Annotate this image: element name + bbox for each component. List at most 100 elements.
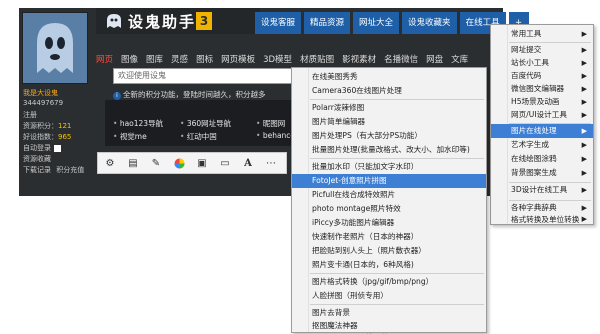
submenu-item[interactable]: 快速制作老照片（日本的神器） bbox=[292, 230, 486, 244]
submenu-arrow-icon: ▶ bbox=[581, 127, 587, 135]
text-icon[interactable]: A bbox=[239, 154, 257, 172]
auto-login-checkbox[interactable]: 自动登录 bbox=[23, 143, 61, 153]
menu-item-online-drawing[interactable]: 在线绘图涂鸦 ▶ bbox=[491, 152, 593, 166]
submenu-item[interactable]: 批量加水印（只能加文字水印） bbox=[292, 160, 486, 174]
menu-item-dictionaries[interactable]: 各种字典辞典 ▶ bbox=[491, 201, 593, 215]
nav-url-directory[interactable]: 网址大全 bbox=[353, 12, 400, 34]
menu-item-ui-design-tools[interactable]: 网页/UI设计工具 ▶ bbox=[491, 108, 593, 122]
menu-item-common-tools[interactable]: 常用工具 ▶ bbox=[491, 27, 593, 41]
menu-item-webmaster-tools[interactable]: 站长小工具 ▶ bbox=[491, 56, 593, 70]
submenu-arrow-icon: ▶ bbox=[581, 169, 587, 177]
notice: i 全新的积分功能，登陆时间越久，积分越多 bbox=[113, 89, 266, 100]
menu-separator bbox=[310, 158, 484, 159]
points-recharge-link[interactable]: 积分充值 bbox=[56, 166, 84, 174]
submenu-item[interactable]: 照片变卡通(日本的，6种风格) bbox=[292, 258, 486, 272]
submenu-arrow-icon: ▶ bbox=[581, 30, 587, 38]
menu-item-pattern-gen[interactable]: 背景图案生成 ▶ bbox=[491, 166, 593, 180]
link-nipic[interactable]: 昵图网 bbox=[256, 118, 286, 129]
submenu-item[interactable]: 图片处理PS（有大部分PS功能） bbox=[292, 129, 486, 143]
category-web[interactable]: 网页 bbox=[96, 53, 113, 65]
menu-item-3d-tools[interactable]: 3D设计在线工具 ▶ bbox=[491, 183, 593, 197]
color-wheel-icon[interactable] bbox=[170, 154, 188, 172]
submenu-arrow-icon: ▶ bbox=[581, 215, 587, 223]
category-gallery[interactable]: 图库 bbox=[146, 53, 163, 65]
avatar[interactable] bbox=[22, 12, 88, 84]
profile-name[interactable]: 我是大设鬼 bbox=[23, 88, 58, 98]
register-link[interactable]: 注册 bbox=[23, 110, 37, 120]
search-input[interactable]: 欢迎使用设鬼 bbox=[113, 68, 313, 84]
category-inspiration[interactable]: 灵感 bbox=[171, 53, 188, 65]
menu-item-baidu-code[interactable]: 百度代码 ▶ bbox=[491, 69, 593, 83]
submenu-item[interactable]: 在线美图秀秀 bbox=[292, 70, 486, 84]
menu-item-art-text[interactable]: 艺术字生成 ▶ bbox=[491, 138, 593, 152]
settings-icon[interactable]: ⚙ bbox=[101, 154, 119, 172]
notice-text: 全新的积分功能，登陆时间越久，积分越多 bbox=[123, 90, 266, 99]
menu-label: 3D设计在线工具 bbox=[511, 185, 568, 194]
image-icon[interactable]: ▣ bbox=[193, 154, 211, 172]
link-behance[interactable]: behance bbox=[256, 131, 295, 140]
nav-customer-service[interactable]: 设鬼客服 bbox=[255, 12, 302, 34]
submenu-item[interactable]: 图片简单编辑器 bbox=[292, 115, 486, 129]
submenu-item-selected[interactable]: FotoJet-创意照片拼图 bbox=[292, 174, 486, 188]
menu-label: 站长小工具 bbox=[511, 58, 549, 67]
submenu-item[interactable]: 把脸贴到别人头上（照片敷衣器） bbox=[292, 244, 486, 258]
category-image[interactable]: 图像 bbox=[121, 53, 138, 65]
menu-label: 网址提交 bbox=[511, 45, 542, 54]
submenu-item[interactable]: Camera360在线图片处理 bbox=[292, 84, 486, 98]
nav-favorites[interactable]: 设鬼收藏夹 bbox=[402, 12, 457, 34]
download-record-link[interactable]: 下载记录 bbox=[23, 166, 51, 174]
screen-icon[interactable]: ▭ bbox=[216, 154, 234, 172]
submenu-item[interactable]: 图片去背景 bbox=[292, 306, 486, 320]
submenu-item[interactable]: 批量图片处理(批量改格式、改大小、加水印等) bbox=[292, 143, 486, 157]
logo-version: 3 bbox=[196, 12, 212, 30]
category-video[interactable]: 影视素材 bbox=[342, 53, 376, 65]
link-360[interactable]: 360网址导航 bbox=[180, 118, 231, 129]
menu-item-format-convert[interactable]: 格式转换及单位转换 ▶ bbox=[491, 214, 593, 225]
rating-value: 965 bbox=[58, 133, 72, 141]
resource-collect-link[interactable]: 资源收藏 bbox=[23, 154, 51, 164]
category-netdisk[interactable]: 网盘 bbox=[426, 53, 443, 65]
menu-item-h5-animation[interactable]: H5场景及动画 ▶ bbox=[491, 95, 593, 109]
submenu-arrow-icon: ▶ bbox=[581, 59, 587, 67]
submenu-arrow-icon: ▶ bbox=[581, 98, 587, 106]
online-tools-menu: 常用工具 ▶ 网址提交 ▶ 站长小工具 ▶ 百度代码 ▶ 微信图文编辑器 ▶ H5场景及动… bbox=[490, 24, 594, 225]
category-icons[interactable]: 图标 bbox=[196, 53, 213, 65]
note-icon[interactable]: ▤ bbox=[124, 154, 142, 172]
submenu-item[interactable]: iPiccy多功能图片编辑器 bbox=[292, 216, 486, 230]
menu-label: H5场景及动画 bbox=[511, 97, 560, 106]
checkbox-box[interactable] bbox=[54, 144, 61, 152]
logo[interactable]: 设鬼助手 3 bbox=[96, 8, 260, 34]
category-web-templates[interactable]: 网页模板 bbox=[221, 53, 255, 65]
submenu-item[interactable]: 人脸拼图（刑侦专用） bbox=[292, 289, 486, 303]
category-wechat[interactable]: 名播微信 bbox=[384, 53, 418, 65]
menu-label: 在线绘图涂鸦 bbox=[511, 154, 557, 163]
nav-premium-resources[interactable]: 精品资源 bbox=[304, 12, 351, 34]
submenu-arrow-icon: ▶ bbox=[581, 155, 587, 163]
more-icon[interactable]: ⋯ bbox=[262, 154, 280, 172]
menu-item-wechat-editor[interactable]: 微信图文编辑器 ▶ bbox=[491, 82, 593, 96]
eyedropper-icon[interactable]: ✎ bbox=[147, 154, 165, 172]
logo-text: 设鬼助手 bbox=[128, 13, 197, 31]
category-3d-models[interactable]: 3D模型 bbox=[263, 53, 292, 65]
submenu-item[interactable]: 图片格式转换（jpg/gif/bmp/png） bbox=[292, 275, 486, 289]
points-value: 121 bbox=[58, 122, 72, 130]
info-icon: i bbox=[113, 92, 121, 100]
submenu-item[interactable]: Polarr泼辣修图 bbox=[292, 101, 486, 115]
link-hao123[interactable]: hao123导航 bbox=[113, 118, 163, 129]
profile-id: 344497679 bbox=[23, 99, 64, 107]
submenu-item[interactable]: photo montage照片特效 bbox=[292, 202, 486, 216]
submenu-arrow-icon: ▶ bbox=[581, 204, 587, 212]
menu-separator bbox=[310, 304, 484, 305]
submenu-arrow-icon: ▶ bbox=[581, 46, 587, 54]
category-textures[interactable]: 材质贴图 bbox=[300, 53, 334, 65]
menu-label: 百度代码 bbox=[511, 71, 542, 80]
menu-item-url-submit[interactable]: 网址提交 ▶ bbox=[491, 43, 593, 57]
link-shijueme[interactable]: 视觉me bbox=[113, 131, 147, 142]
link-redocn[interactable]: 红动中国 bbox=[180, 131, 217, 142]
submenu-arrow-icon: ▶ bbox=[581, 72, 587, 80]
menu-item-image-online[interactable]: 图片在线处理 ▶ bbox=[491, 124, 593, 138]
menu-label: 常用工具 bbox=[511, 29, 542, 38]
menu-label: 背景图案生成 bbox=[511, 168, 557, 177]
submenu-item[interactable]: Picfull在线合成特效照片 bbox=[292, 188, 486, 202]
category-library[interactable]: 文库 bbox=[451, 53, 468, 65]
